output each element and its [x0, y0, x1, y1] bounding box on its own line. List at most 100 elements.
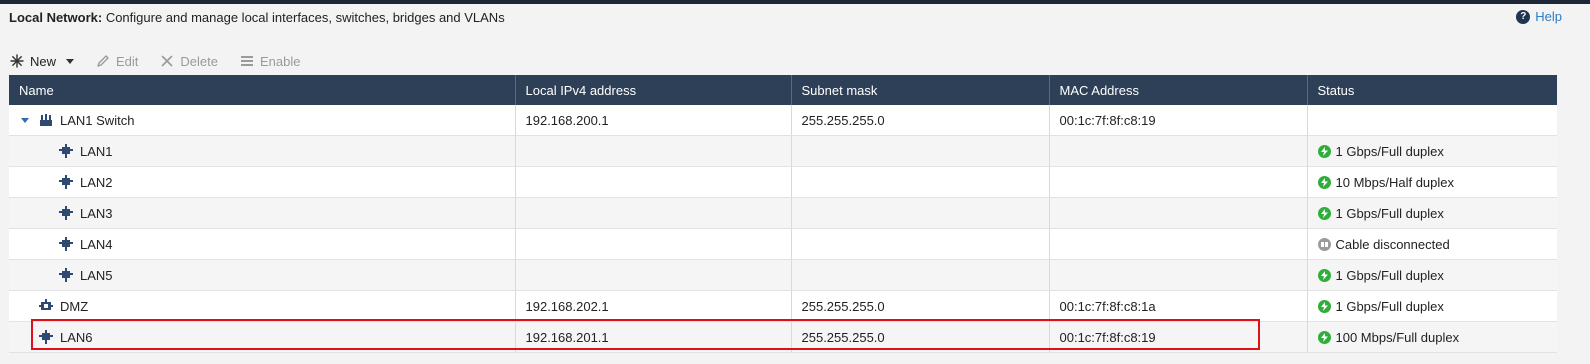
status-text: 1 Gbps/Full duplex	[1335, 298, 1444, 314]
table-row[interactable]: LAN1 1 Gbps/Full duplex	[9, 135, 1557, 167]
table-row[interactable]: LAN6 192.168.201.1 255.255.255.0 00:1c:7f:8…	[9, 321, 1557, 353]
cell-mac	[1049, 166, 1308, 198]
help-label: Help	[1535, 9, 1562, 24]
cell-status: 1 Gbps/Full duplex	[1307, 135, 1557, 167]
chevron-down-icon	[66, 58, 75, 64]
ethernet-port-icon	[59, 175, 73, 189]
cell-mac: 00:1c:7f:8f:c8:19	[1049, 321, 1308, 353]
row-name: LAN3	[80, 205, 113, 221]
interfaces-table: Name Local IPv4 address Subnet mask MAC …	[9, 75, 1557, 353]
sparkle-icon	[10, 54, 24, 68]
status-content: 1 Gbps/Full duplex	[1317, 143, 1548, 159]
table-row[interactable]: LAN1 Switch 192.168.200.1 255.255.255.0 00:…	[9, 105, 1557, 136]
status-content: 10 Mbps/Half duplex	[1317, 174, 1548, 190]
cell-ipv4: 192.168.201.1	[515, 321, 792, 353]
cell-ipv4	[515, 259, 792, 291]
lightning-icon	[1317, 175, 1331, 189]
cell-name: LAN1	[9, 135, 516, 167]
table-row[interactable]: DMZ 192.168.202.1 255.255.255.0 00:1c:7f:8f…	[9, 290, 1557, 322]
cell-mac	[1049, 135, 1308, 167]
help-icon: ?	[1516, 9, 1531, 24]
row-name: LAN4	[80, 236, 113, 252]
status-text: 10 Mbps/Half duplex	[1335, 174, 1455, 190]
enable-button[interactable]: Enable	[240, 54, 300, 69]
status-content: 1 Gbps/Full duplex	[1317, 205, 1548, 221]
cell-ipv4	[515, 166, 792, 198]
pencil-icon	[96, 54, 110, 68]
cell-name: LAN4	[9, 228, 516, 260]
name-cell-content: LAN1	[19, 144, 505, 159]
row-name: LAN5	[80, 267, 113, 283]
lightning-icon	[1317, 144, 1331, 158]
table-row[interactable]: LAN3 1 Gbps/Full duplex	[9, 197, 1557, 229]
cell-subnet	[791, 259, 1050, 291]
status-content: 100 Mbps/Full duplex	[1317, 329, 1548, 345]
status-text: 1 Gbps/Full duplex	[1335, 143, 1444, 159]
column-header-ipv4[interactable]: Local IPv4 address	[515, 75, 792, 105]
page-title-bold: Local Network:	[9, 10, 103, 25]
table-row[interactable]: LAN5 1 Gbps/Full duplex	[9, 259, 1557, 291]
column-header-subnet[interactable]: Subnet mask	[791, 75, 1050, 105]
switch-icon	[39, 113, 53, 127]
status-text: 1 Gbps/Full duplex	[1335, 267, 1444, 283]
cell-subnet	[791, 135, 1050, 167]
cell-mac	[1049, 259, 1308, 291]
cell-mac	[1049, 197, 1308, 229]
edit-button-label: Edit	[116, 53, 139, 69]
status-content: 1 Gbps/Full duplex	[1317, 267, 1548, 283]
column-header-status[interactable]: Status	[1307, 75, 1557, 105]
column-header-name[interactable]: Name	[9, 75, 516, 105]
lightning-icon	[1317, 330, 1331, 344]
cell-subnet: 255.255.255.0	[791, 321, 1050, 353]
cell-status: 1 Gbps/Full duplex	[1307, 197, 1557, 229]
dmz-port-icon	[39, 299, 53, 313]
column-header-mac[interactable]: MAC Address	[1049, 75, 1308, 105]
row-name: LAN6	[60, 329, 93, 345]
page-title: Local Network: Configure and manage loca…	[9, 10, 505, 25]
status-text: Cable disconnected	[1335, 236, 1450, 252]
cell-mac: 00:1c:7f:8f:c8:1a	[1049, 290, 1308, 322]
cell-ipv4	[515, 197, 792, 229]
help-link[interactable]: ? Help	[1516, 9, 1562, 24]
name-cell-content: LAN3	[19, 206, 505, 221]
page-title-description: Configure and manage local interfaces, s…	[105, 10, 505, 25]
status-text: 100 Mbps/Full duplex	[1335, 329, 1460, 345]
table-row[interactable]: LAN2 10 Mbps/Half duplex	[9, 166, 1557, 198]
toolbar: New Edit Delete Enable	[10, 52, 322, 70]
cell-ipv4	[515, 135, 792, 167]
name-cell-content: LAN2	[19, 175, 505, 190]
cell-name: LAN5	[9, 259, 516, 291]
delete-button[interactable]: Delete	[160, 54, 218, 69]
row-name: LAN1 Switch	[60, 112, 135, 128]
top-accent-bar	[0, 0, 1590, 4]
ethernet-port-icon	[59, 237, 73, 251]
cell-ipv4: 192.168.200.1	[515, 105, 792, 136]
status-text: 1 Gbps/Full duplex	[1335, 205, 1444, 221]
cell-name: LAN3	[9, 197, 516, 229]
table-header-row: Name Local IPv4 address Subnet mask MAC …	[9, 75, 1557, 105]
new-button-label: New	[30, 53, 57, 69]
status-content: Cable disconnected	[1317, 236, 1548, 252]
name-cell-content: LAN4	[19, 237, 505, 252]
cell-name: LAN1 Switch	[9, 105, 516, 136]
delete-button-label: Delete	[180, 53, 218, 69]
cell-status: Cable disconnected	[1307, 228, 1557, 260]
lightning-icon	[1317, 206, 1331, 220]
cell-subnet: 255.255.255.0	[791, 105, 1050, 136]
lightning-icon	[1317, 299, 1331, 313]
new-button[interactable]: New	[10, 53, 75, 69]
edit-button[interactable]: Edit	[96, 54, 138, 69]
ethernet-port-icon	[39, 330, 53, 344]
cell-subnet: 255.255.255.0	[791, 290, 1050, 322]
table-row[interactable]: LAN4 Cable disconnected	[9, 228, 1557, 260]
enable-button-label: Enable	[260, 53, 301, 69]
tree-expand-icon[interactable]	[21, 117, 29, 123]
cell-subnet	[791, 197, 1050, 229]
ethernet-port-icon	[59, 268, 73, 282]
name-cell-content: LAN1 Switch	[19, 113, 505, 128]
ethernet-port-icon	[59, 206, 73, 220]
name-cell-content: DMZ	[19, 299, 505, 314]
close-icon	[160, 54, 174, 68]
cell-ipv4: 192.168.202.1	[515, 290, 792, 322]
cell-name: LAN2	[9, 166, 516, 198]
